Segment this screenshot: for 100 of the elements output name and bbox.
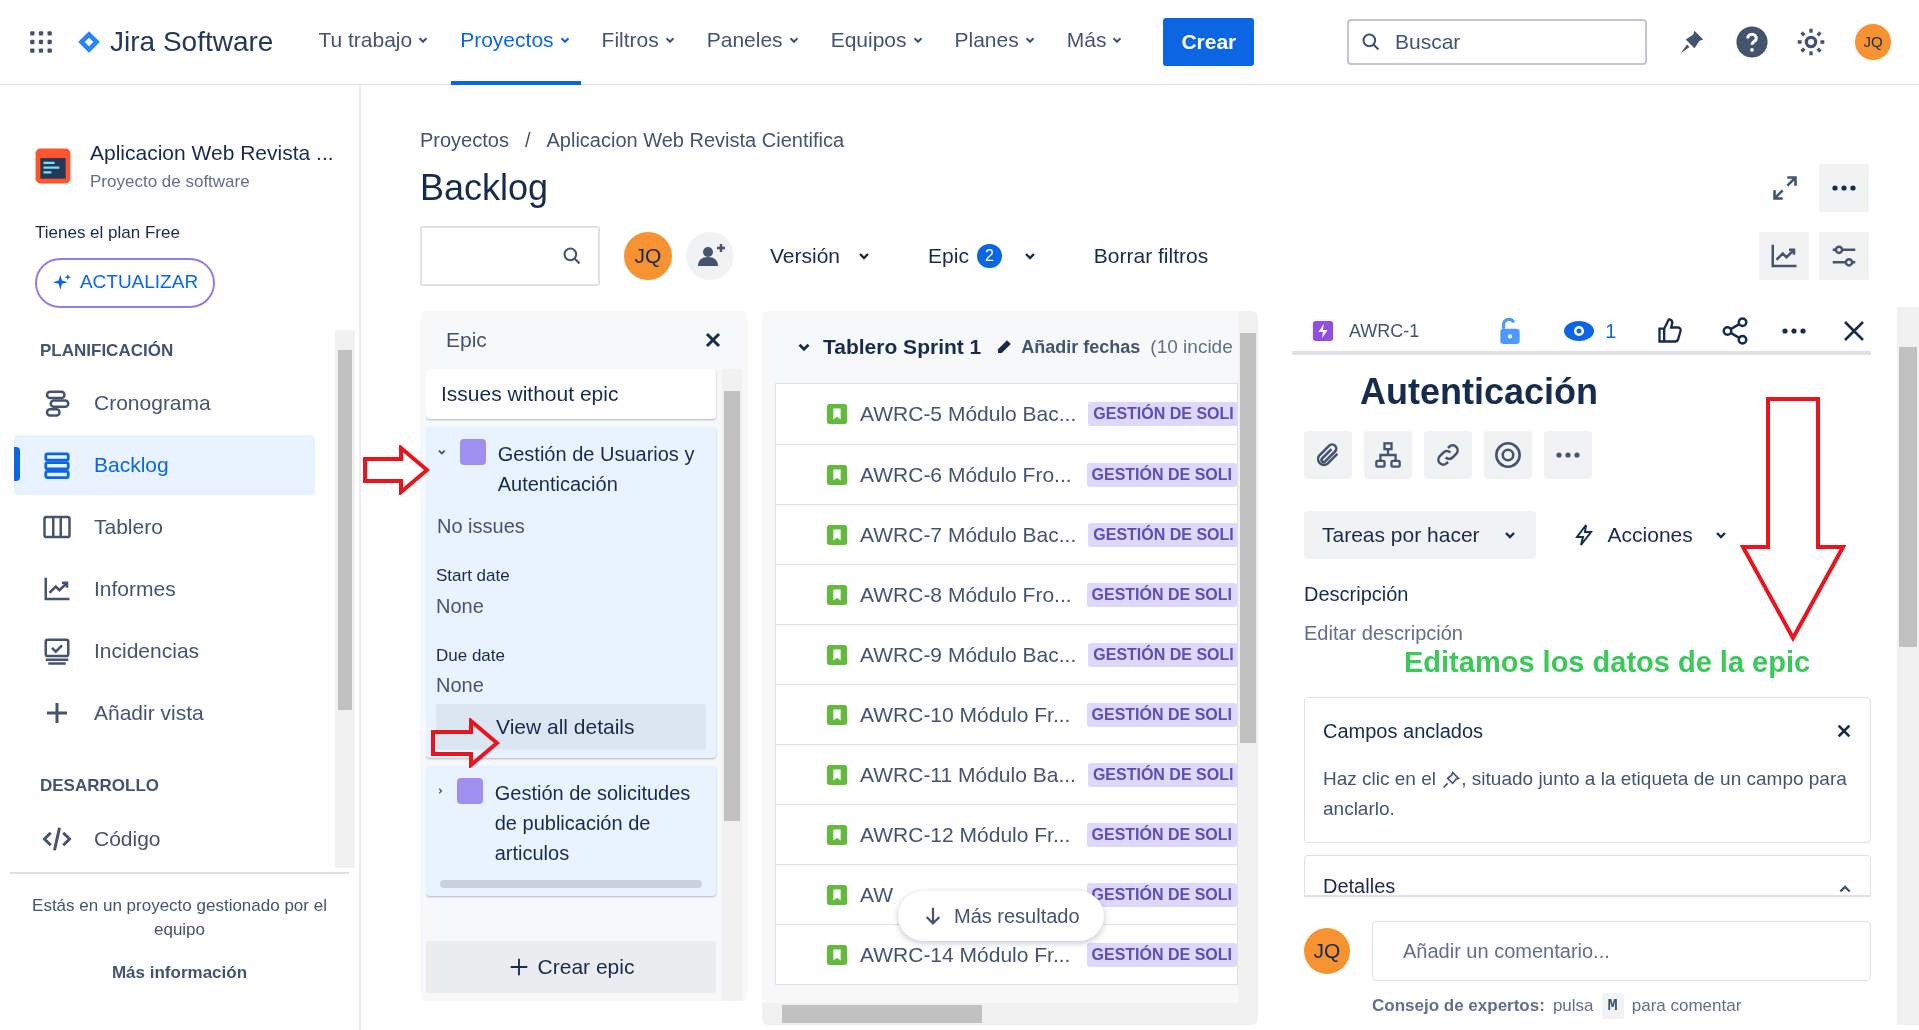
epic-card[interactable]: Gestión de Usuarios y Autenticación No issues Start date None Due date None View all details: [426, 427, 716, 758]
search-icon: [562, 246, 582, 266]
horizontal-scrollbar[interactable]: [762, 1003, 1258, 1025]
chevron-up-icon: [1838, 883, 1852, 893]
close-icon[interactable]: [704, 331, 722, 349]
clear-filters-button[interactable]: Borrar filtros: [1093, 240, 1209, 272]
nav-menu-item[interactable]: Equipos: [821, 0, 934, 85]
project-name[interactable]: Aplicacion Web Revista ...: [90, 137, 334, 169]
issue-summary: AWRC-10 Módulo Fr...: [860, 701, 1072, 728]
hierarchy-button[interactable]: [1364, 431, 1412, 479]
issue-row[interactable]: AWRC-6 Módulo Fro... GESTIÓN DE SOLI: [776, 444, 1237, 504]
search-field[interactable]: Buscar: [1347, 19, 1647, 65]
epic-tag: GESTIÓN DE SOLI: [1086, 702, 1237, 727]
nav-menu-item[interactable]: Paneles: [697, 0, 810, 85]
user-avatar[interactable]: JQ: [1855, 24, 1891, 60]
annotation-arrow: [362, 445, 430, 495]
tip-text: para comentar: [1631, 995, 1742, 1017]
nav-menu-item[interactable]: Más: [1057, 0, 1134, 85]
nav-menu-item[interactable]: Proyectos: [451, 0, 581, 85]
issue-row[interactable]: AWRC-11 Módulo Ba... GESTIÓN DE SOLI: [776, 744, 1237, 804]
apps-grid-icon[interactable]: [28, 29, 54, 55]
hierarchy-icon: [1374, 441, 1402, 469]
view-all-details-button[interactable]: View all details: [436, 704, 706, 750]
epic-tag: GESTIÓN DE SOLI: [1086, 582, 1237, 607]
status-dropdown[interactable]: Tareas por hacer: [1304, 511, 1536, 559]
search-field[interactable]: [420, 226, 600, 286]
field-value: None: [436, 593, 485, 619]
sidebar-item[interactable]: Backlog: [14, 435, 315, 495]
issue-summary: AW: [860, 881, 895, 908]
nav-menu-item[interactable]: Filtros: [592, 0, 686, 85]
sidebar-item[interactable]: Incidencias: [14, 621, 315, 681]
sidebar-item[interactable]: Código: [14, 808, 315, 868]
scrollbar[interactable]: [335, 329, 355, 868]
tip-text: pulsa: [1552, 995, 1594, 1017]
comment-field[interactable]: Añadir un comentario...: [1372, 921, 1871, 981]
epic-name: Gestión de Usuarios y Autenticación: [497, 442, 696, 497]
watchers-button[interactable]: 1: [1563, 316, 1617, 346]
nav-menu-item[interactable]: Tu trabajo: [309, 0, 440, 85]
plan-text: Tienes el plan Free: [34, 222, 181, 244]
epic-card[interactable]: Gestión de solicitudes de publicación de articulos: [426, 766, 716, 896]
field-label: Due date: [436, 644, 506, 667]
app-logo-text[interactable]: Jira Software: [110, 21, 274, 63]
issue-summary: AWRC-6 Módulo Fro...: [860, 461, 1073, 488]
project-icon: [34, 146, 72, 185]
close-icon[interactable]: [1836, 723, 1852, 739]
epic-filter[interactable]: Epic 2: [928, 240, 1038, 272]
link-button[interactable]: [1424, 431, 1472, 479]
view-settings-button[interactable]: [1819, 232, 1869, 280]
more-info-link[interactable]: Más información: [0, 959, 359, 985]
issue-row[interactable]: AWRC-12 Módulo Fr... GESTIÓN DE SOLI: [776, 804, 1237, 864]
section-label: Descripción: [1304, 582, 1410, 607]
ellipsis-icon: [1556, 452, 1580, 458]
version-filter[interactable]: Versión: [770, 240, 873, 272]
breadcrumb-link[interactable]: Aplicacion Web Revista Cientifica: [546, 125, 845, 155]
lightning-icon: [1312, 320, 1334, 342]
epic-name: Gestión de solicitudes de publicación de articulos: [494, 781, 692, 866]
bookmark-icon: [826, 943, 848, 966]
user-avatar[interactable]: JQ: [624, 232, 672, 280]
add-dates-button[interactable]: Añadir fechas: [995, 333, 1141, 361]
sprint-name[interactable]: Tablero Sprint 1: [823, 331, 982, 363]
sidebar-item[interactable]: Informes: [14, 559, 315, 619]
create-epic-button[interactable]: Crear epic: [426, 941, 716, 993]
section-heading: PLANIFICACIÓN: [39, 339, 175, 362]
help-icon[interactable]: [1735, 25, 1769, 59]
bookmark-icon: [826, 823, 848, 846]
nav-menu-item[interactable]: Planes: [945, 0, 1046, 85]
sidebar-item[interactable]: Tablero: [14, 497, 315, 557]
create-button[interactable]: Crear: [1163, 18, 1255, 66]
upgrade-button[interactable]: ACTUALIZAR: [35, 257, 215, 308]
issues-without-epic-item[interactable]: Issues without epic: [426, 369, 716, 419]
annotation-text: Editamos los datos de la epic: [1404, 645, 1811, 679]
issue-row[interactable]: AWRC-8 Módulo Fro... GESTIÓN DE SOLI: [776, 564, 1237, 624]
scrollbar[interactable]: [722, 369, 742, 1001]
epic-tag: GESTIÓN DE SOLI: [1087, 762, 1238, 787]
scrollbar[interactable]: [1238, 311, 1258, 1003]
issue-key[interactable]: AWRC-1: [1349, 317, 1420, 345]
keyboard-key: M: [1601, 993, 1624, 1019]
breadcrumb-link[interactable]: Proyectos: [420, 125, 509, 155]
actions-dropdown[interactable]: Acciones: [1571, 519, 1729, 551]
issue-row[interactable]: AWRC-5 Módulo Bac... GESTIÓN DE SOLI: [776, 384, 1237, 444]
target-button[interactable]: [1484, 431, 1532, 479]
attach-button[interactable]: [1304, 431, 1352, 479]
expand-icon[interactable]: [1771, 174, 1799, 202]
issue-row[interactable]: AWRC-7 Módulo Bac... GESTIÓN DE SOLI: [776, 504, 1237, 564]
scrollbar[interactable]: [1897, 307, 1919, 1025]
thumbs-up-icon[interactable]: [1656, 317, 1685, 345]
sidebar-item[interactable]: Cronograma: [14, 373, 315, 433]
settings-icon[interactable]: [1795, 26, 1827, 58]
issue-row[interactable]: AWRC-10 Módulo Fr... GESTIÓN DE SOLI: [776, 684, 1237, 744]
description-field[interactable]: Editar descripción: [1304, 621, 1463, 645]
insights-button[interactable]: [1759, 232, 1809, 280]
epic-issues-text: No issues: [437, 514, 526, 539]
issue-row[interactable]: AWRC-9 Módulo Bac... GESTIÓN DE SOLI: [776, 624, 1237, 684]
issue-count: (10 incide: [1150, 334, 1233, 359]
diamond-logo-icon: [76, 29, 102, 55]
horizontal-scrollbar[interactable]: [440, 880, 702, 888]
add-person-icon[interactable]: [686, 232, 734, 280]
details-card[interactable]: Detalles: [1304, 855, 1871, 895]
sidebar-item[interactable]: Añadir vista: [14, 683, 315, 743]
close-icon[interactable]: [1842, 319, 1867, 343]
